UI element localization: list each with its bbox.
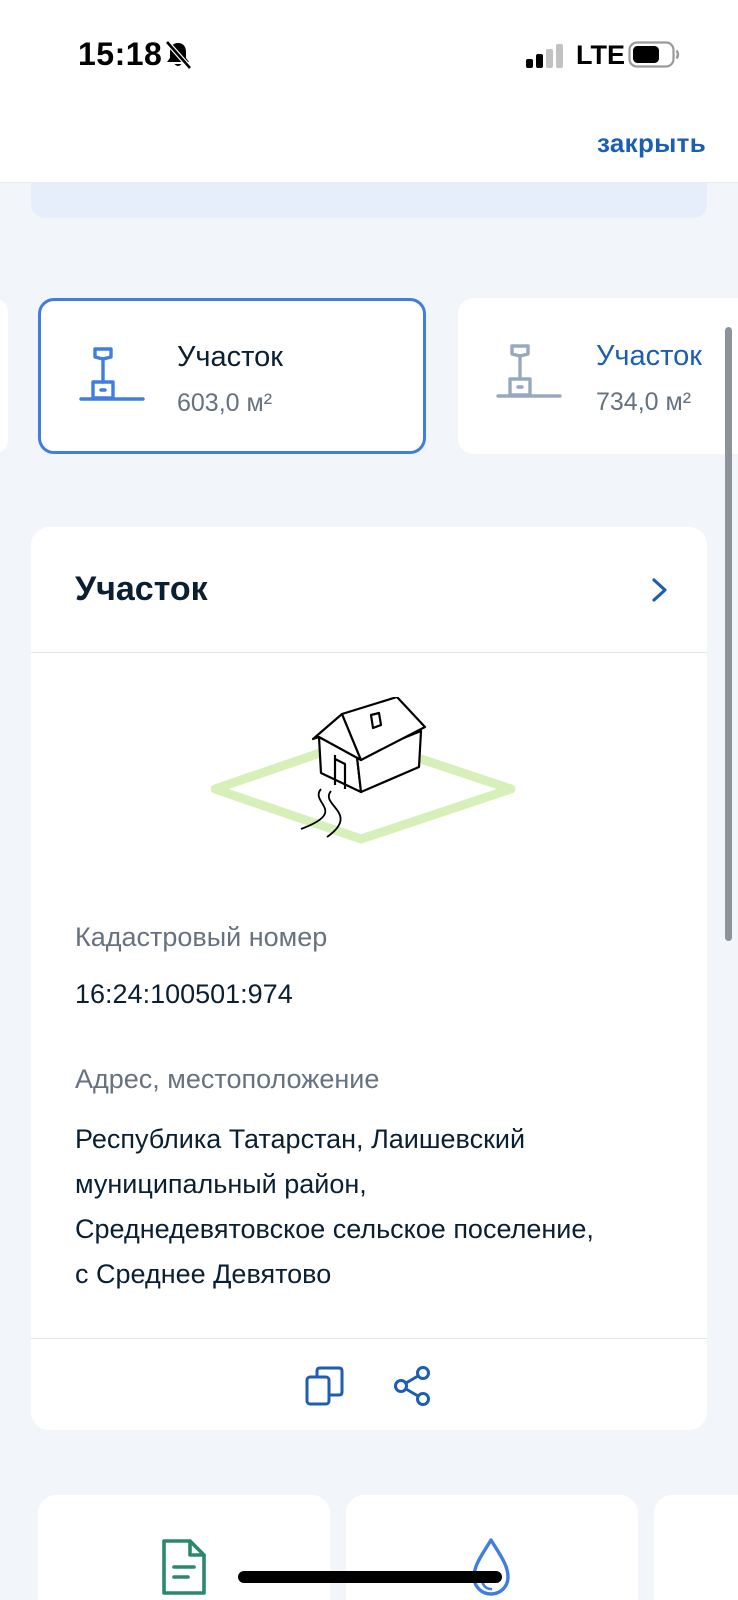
status-time: 15:18 bbox=[78, 36, 163, 72]
parcel-area: 603,0 м² bbox=[177, 389, 273, 417]
details-header[interactable]: Участок bbox=[31, 527, 707, 653]
address-label: Адрес, местоположение bbox=[75, 1064, 380, 1094]
water-drop-icon bbox=[472, 1538, 510, 1596]
utilities-tile[interactable] bbox=[346, 1495, 638, 1600]
parcel-card-next[interactable]: Участок 734,0 м² bbox=[458, 298, 738, 454]
signal-icon bbox=[526, 44, 563, 68]
cadastral-number-label: Кадастровый номер bbox=[75, 922, 328, 952]
screen: 15:18 LTE закрыть Участок 603,0 м² Участ… bbox=[0, 0, 738, 1600]
parcel-details-card: Участок Кадастровый номер 16:24:100501:9… bbox=[31, 527, 707, 1430]
parcel-area: 734,0 м² bbox=[596, 388, 692, 416]
share-icon[interactable] bbox=[393, 1365, 433, 1407]
address-line: Республика Татарстан, Лаишевский bbox=[75, 1124, 526, 1154]
parcel-title: Участок bbox=[596, 340, 702, 372]
documents-tile[interactable] bbox=[38, 1495, 330, 1600]
details-actions bbox=[31, 1338, 707, 1430]
scrollbar[interactable] bbox=[725, 327, 732, 941]
parcel-card-previous[interactable] bbox=[0, 298, 8, 454]
battery-icon bbox=[628, 41, 680, 68]
parcel-title: Участок bbox=[177, 341, 283, 373]
parcel-plot-icon bbox=[496, 344, 562, 398]
address-line: муниципальный район, bbox=[75, 1169, 367, 1199]
details-title: Участок bbox=[75, 570, 208, 608]
copy-icon[interactable] bbox=[305, 1365, 345, 1407]
address-line: с Среднее Девятово bbox=[75, 1259, 332, 1289]
cadastral-number-value: 16:24:100501:974 bbox=[75, 979, 293, 1009]
bell-off-icon bbox=[165, 40, 192, 70]
address-value: Республика Татарстан, Лаишевский муницип… bbox=[75, 1117, 675, 1297]
document-icon bbox=[162, 1539, 206, 1595]
parcel-card-selected[interactable]: Участок 603,0 м² bbox=[38, 298, 426, 454]
parcel-plot-icon bbox=[79, 347, 145, 401]
top-bar: 15:18 LTE закрыть bbox=[0, 0, 738, 183]
house-plot-illustration bbox=[211, 697, 516, 844]
home-indicator[interactable] bbox=[238, 1571, 502, 1583]
close-button[interactable]: закрыть bbox=[597, 128, 706, 159]
chevron-right-icon bbox=[652, 578, 667, 602]
address-line: Среднедевятовское сельское поселение, bbox=[75, 1214, 594, 1244]
tile-partial[interactable] bbox=[654, 1495, 738, 1600]
network-type: LTE bbox=[576, 40, 625, 70]
